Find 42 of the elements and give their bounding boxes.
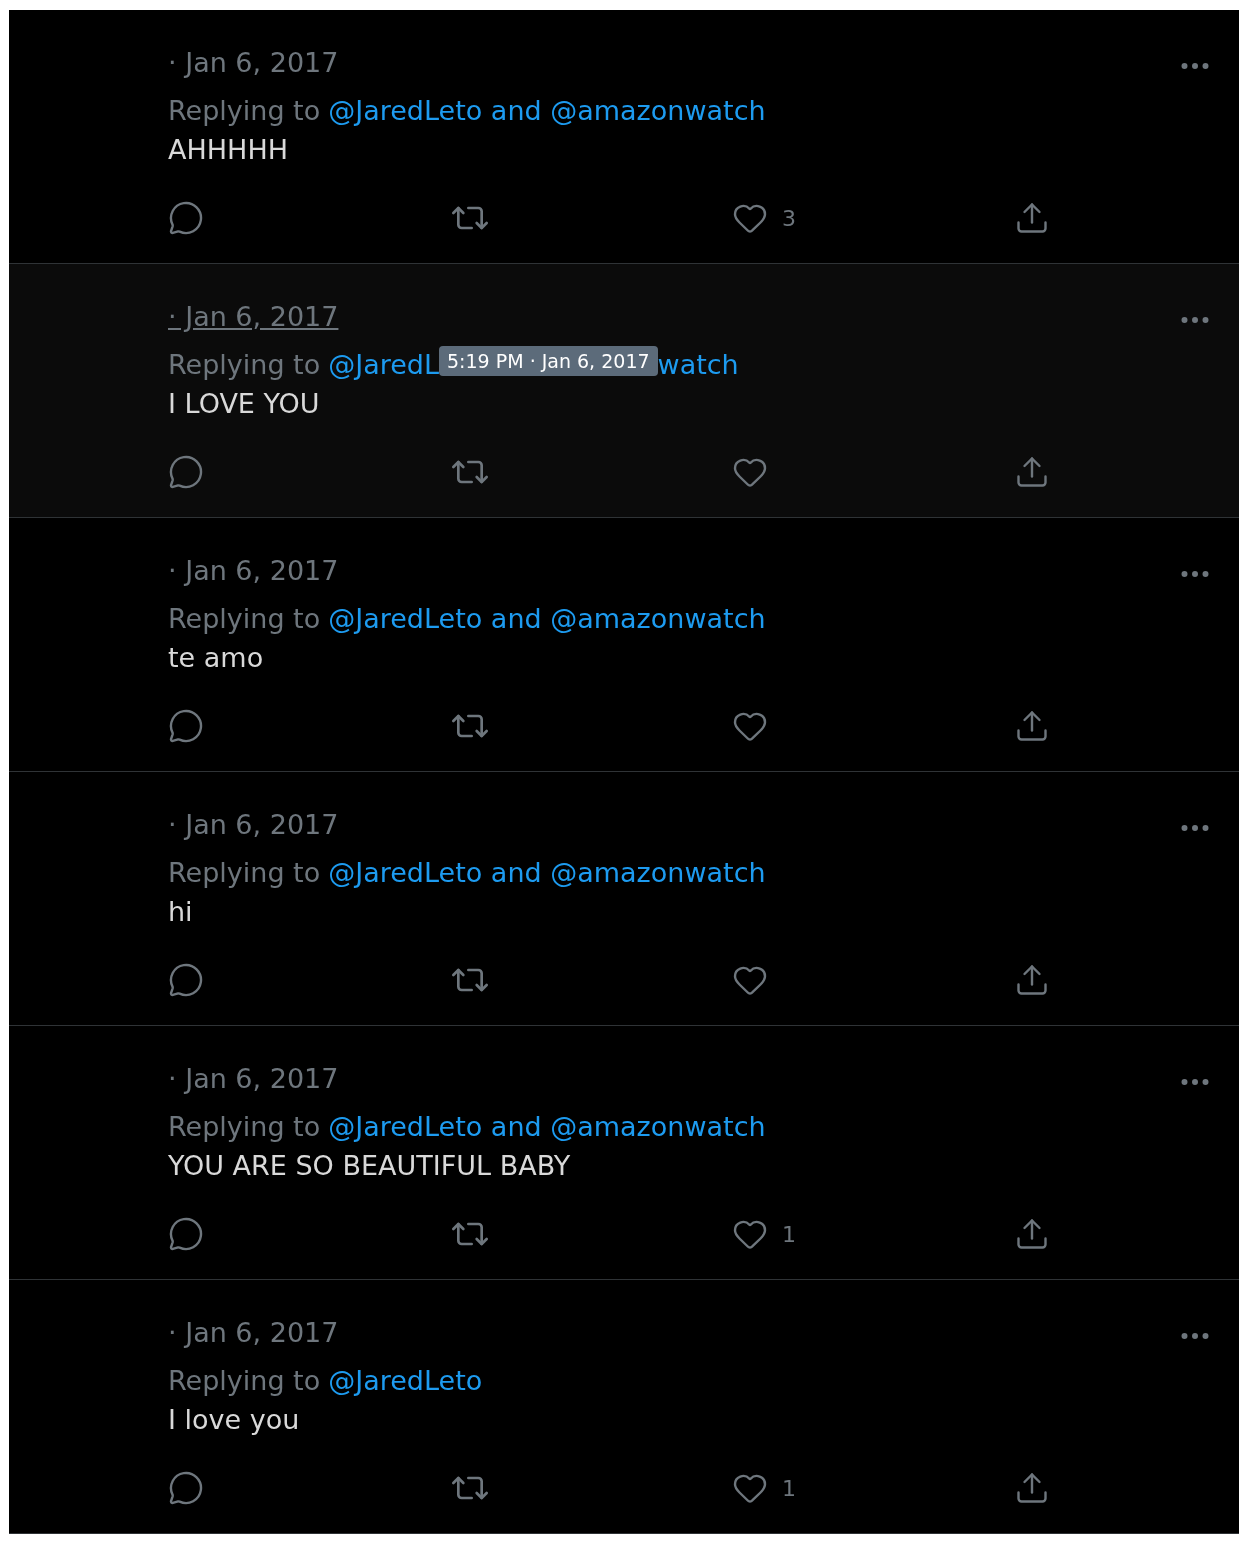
replying-label: Replying to — [168, 1110, 321, 1142]
like-count: 1 — [782, 1475, 796, 1501]
tweet-date[interactable]: · Jan 6, 2017 — [168, 1062, 339, 1094]
tweet-text: AHHHHH — [168, 134, 289, 167]
reply-icon[interactable] — [168, 708, 204, 744]
tweet-date[interactable]: · Jan 6, 2017 — [168, 554, 339, 586]
replying-label: Replying to — [168, 1364, 321, 1396]
mention-link[interactable]: @JaredLeto and @amazonwatch — [328, 1110, 766, 1142]
mention-link[interactable]: @JaredLeto — [328, 1364, 483, 1396]
reply-icon[interactable] — [168, 1216, 204, 1252]
share-icon[interactable] — [1014, 1470, 1050, 1506]
replying-label: Replying to — [168, 602, 321, 634]
replying-label: Replying to — [168, 348, 321, 380]
tweet-text: I LOVE YOU — [168, 388, 321, 421]
share-icon[interactable] — [1014, 1216, 1050, 1252]
replying-label: Replying to — [168, 856, 321, 888]
tweet-text: I love you — [168, 1404, 301, 1437]
tweet-text: YOU ARE SO BEAUTIFUL BABY — [168, 1150, 572, 1183]
share-icon[interactable] — [1014, 962, 1050, 998]
tweet-date[interactable]: · Jan 6, 2017 — [168, 46, 339, 78]
tweet-card[interactable]: · Jan 6, 2017 Replying to @JaredL 5:19 PM · Jan 6, 2017 watch I LOVE YOU — [9, 264, 1239, 518]
like-count: 1 — [782, 1221, 796, 1247]
tweet-text: te amo — [168, 642, 265, 675]
reply-icon[interactable] — [168, 200, 204, 236]
tweet-date[interactable]: · Jan 6, 2017 — [168, 1316, 339, 1348]
share-icon[interactable] — [1014, 454, 1050, 490]
like-count: 3 — [782, 205, 796, 231]
mention-link[interactable]: @JaredLeto and @amazonwatch — [328, 94, 766, 126]
tweet-text: hi — [168, 896, 194, 929]
reply-icon[interactable] — [168, 454, 204, 490]
timestamp-tooltip: 5:19 PM · Jan 6, 2017 — [439, 346, 658, 376]
replying-label: Replying to — [168, 94, 321, 126]
share-icon[interactable] — [1014, 708, 1050, 744]
reply-icon[interactable] — [168, 962, 204, 998]
tweet-date[interactable]: · Jan 6, 2017 — [168, 808, 339, 840]
mention-link[interactable]: @JaredLeto and @amazonwatch — [328, 856, 766, 888]
reply-icon[interactable] — [168, 1470, 204, 1506]
share-icon[interactable] — [1014, 200, 1050, 236]
mention-link[interactable]: @JaredL — [328, 348, 440, 380]
mention-link[interactable]: watch — [657, 348, 739, 380]
mention-link[interactable]: @JaredLeto and @amazonwatch — [328, 602, 766, 634]
tweet-date[interactable]: · Jan 6, 2017 — [168, 300, 339, 332]
